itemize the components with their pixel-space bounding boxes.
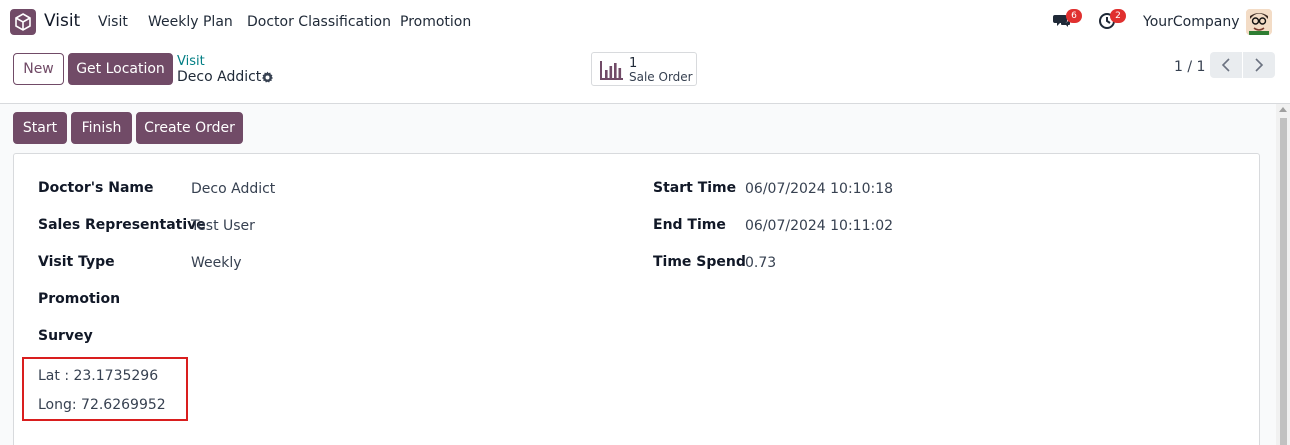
end-time-value[interactable]: 06/07/2024 10:11:02: [745, 218, 893, 234]
app-name[interactable]: Visit: [44, 11, 80, 31]
end-time-label: End Time: [653, 217, 726, 233]
pager-value[interactable]: 1 / 1: [1174, 59, 1205, 75]
menu-promotion[interactable]: Promotion: [400, 14, 471, 30]
top-navbar: Visit Visit Weekly Plan Doctor Classific…: [0, 0, 1290, 44]
sale-order-label: Sale Order: [629, 70, 693, 84]
form-sheet: Doctor's Name Deco Addict Sales Represen…: [13, 153, 1260, 445]
pager-next-button[interactable]: [1243, 52, 1275, 78]
visit-type-value[interactable]: Weekly: [191, 255, 242, 271]
new-button[interactable]: New: [13, 53, 64, 85]
bar-chart-icon: [600, 61, 623, 80]
longitude-text: Long: 72.6269952: [38, 397, 166, 413]
chevron-left-icon: [1221, 58, 1230, 72]
promotion-label: Promotion: [38, 291, 121, 307]
breadcrumb-visit[interactable]: Visit: [177, 54, 205, 69]
messages-badge: 6: [1066, 9, 1082, 23]
finish-button[interactable]: Finish: [71, 112, 132, 144]
record-title: Deco Addict: [177, 69, 262, 85]
form-content: Start Finish Create Order Doctor's Name …: [0, 104, 1290, 445]
control-panel: New Get Location Visit Deco Addict 1 Sal…: [0, 44, 1290, 104]
app-logo-icon[interactable]: [10, 9, 36, 35]
menu-visit[interactable]: Visit: [98, 14, 128, 30]
activities-badge: 2: [1110, 9, 1126, 23]
user-avatar[interactable]: [1246, 9, 1272, 35]
sale-order-smart-button[interactable]: 1 Sale Order: [591, 52, 697, 86]
sale-order-count: 1: [629, 56, 638, 71]
gear-icon[interactable]: [261, 71, 274, 88]
start-button[interactable]: Start: [13, 112, 67, 144]
chevron-right-icon: [1255, 58, 1264, 72]
doctor-name-value[interactable]: Deco Addict: [191, 181, 275, 197]
company-switcher[interactable]: YourCompany: [1143, 14, 1240, 30]
sales-representative-value[interactable]: Test User: [191, 218, 255, 234]
latitude-text: Lat : 23.1735296: [38, 368, 159, 384]
start-time-label: Start Time: [653, 180, 737, 196]
get-location-button[interactable]: Get Location: [68, 53, 173, 85]
visit-type-label: Visit Type: [38, 254, 115, 270]
start-time-value[interactable]: 06/07/2024 10:10:18: [745, 181, 893, 197]
scrollbar-thumb[interactable]: [1280, 118, 1287, 445]
menu-weekly-plan[interactable]: Weekly Plan: [148, 14, 233, 30]
menu-doctor-classification[interactable]: Doctor Classification: [247, 14, 391, 30]
scroll-up-arrow-icon[interactable]: [1279, 107, 1287, 112]
survey-label: Survey: [38, 328, 93, 344]
location-highlight-box: Lat : 23.1735296 Long: 72.6269952: [22, 357, 188, 421]
time-spend-label: Time Spend: [653, 254, 746, 270]
pager-previous-button[interactable]: [1210, 52, 1242, 78]
time-spend-value[interactable]: 0.73: [745, 255, 776, 271]
doctor-name-label: Doctor's Name: [38, 180, 154, 196]
create-order-button[interactable]: Create Order: [136, 112, 243, 144]
sales-representative-label: Sales Representative: [38, 217, 206, 233]
vertical-scrollbar[interactable]: [1276, 104, 1290, 445]
